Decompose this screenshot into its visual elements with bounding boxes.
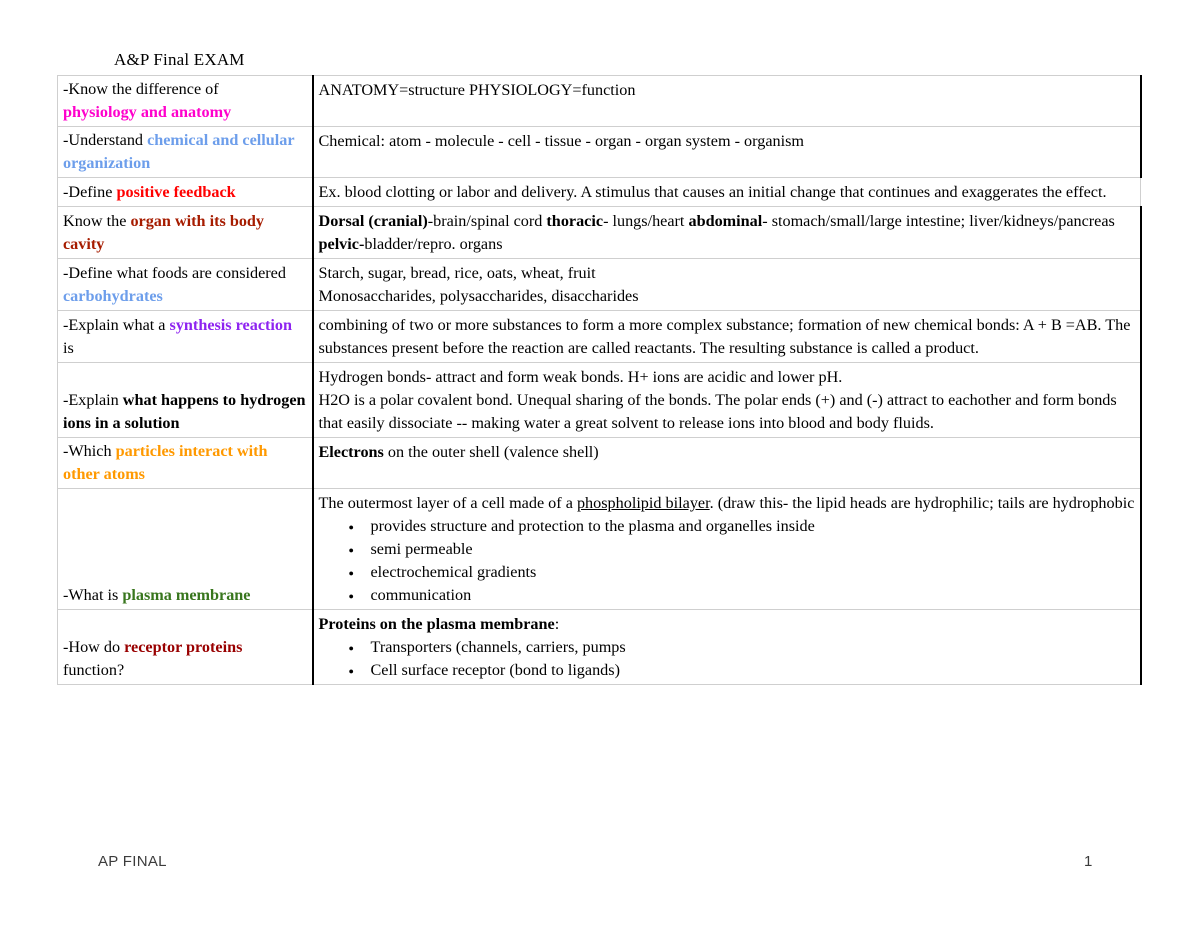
- question-cell-plasma-membrane: -What is plasma membrane: [57, 488, 314, 610]
- answer-text: ANATOMY=structure PHYSIOLOGY=function: [318, 81, 636, 99]
- list-item: Cell surface receptor (bond to ligands): [349, 659, 1135, 683]
- page-number: 1: [1084, 853, 1093, 870]
- answer-cell-carbohydrates: Starch, sugar, bread, rice, oats, wheat,…: [312, 258, 1142, 311]
- answer-text: bladder/repro. organs: [364, 235, 503, 253]
- table-row: -Explain what happens to hydrogen ions i…: [57, 362, 1142, 438]
- question-keyword: positive feedback: [116, 183, 236, 201]
- list-item: communication: [349, 584, 1135, 608]
- answer-term-phospholipid-bilayer: phospholipid bilayer: [576, 494, 710, 512]
- question-cell-hydrogen-ions: -Explain what happens to hydrogen ions i…: [57, 362, 314, 438]
- question-text: function?: [63, 661, 125, 679]
- answer-text: :: [554, 615, 560, 633]
- table-row: -How do receptor proteins function? Prot…: [57, 609, 1142, 685]
- answer-cell-positive-feedback: Ex. blood clotting or labor and delivery…: [312, 177, 1141, 207]
- question-text: -Understand: [63, 131, 148, 149]
- question-cell-carbohydrates: -Define what foods are considered carboh…: [57, 258, 314, 311]
- question-text: -Define what foods are considered: [63, 264, 286, 282]
- answer-term-dorsal: Dorsal (cranial): [318, 212, 428, 230]
- question-text: -Which: [63, 442, 116, 460]
- answer-term-pelvic: pelvic-: [318, 235, 365, 253]
- answer-cell-chemical-cellular-organization: Chemical: atom - molecule - cell - tissu…: [312, 126, 1142, 178]
- answer-cell-plasma-membrane: The outermost layer of a cell made of a …: [312, 488, 1142, 610]
- question-keyword: receptor proteins: [124, 638, 243, 656]
- question-cell-chemical-cellular-organization: -Understand chemical and cellular organi…: [57, 126, 314, 178]
- answer-cell-organ-body-cavity: Dorsal (cranial)-brain/spinal cord thora…: [312, 206, 1142, 259]
- answer-text: on the outer shell (valence shell): [383, 443, 599, 461]
- question-text: Know the: [63, 212, 131, 230]
- question-keyword: physiology and anatomy: [63, 103, 232, 121]
- answer-cell-synthesis-reaction: combining of two or more substances to f…: [312, 310, 1142, 363]
- answer-term-abdominal: abdominal: [688, 212, 763, 230]
- table-row: -Which particles interact with other ato…: [57, 437, 1142, 489]
- answer-bullet-list: Transporters (channels, carriers, pumps …: [319, 636, 1135, 683]
- table-row: -Know the difference of physiology and a…: [57, 75, 1142, 127]
- question-cell-physiology-anatomy: -Know the difference of physiology and a…: [57, 75, 314, 127]
- list-item: provides structure and protection to the…: [349, 515, 1135, 539]
- question-text: -Know the difference of: [63, 80, 219, 98]
- question-cell-particles-interact: -Which particles interact with other ato…: [57, 437, 314, 489]
- answer-cell-receptor-proteins: Proteins on the plasma membrane: Transpo…: [312, 609, 1142, 685]
- answer-text: Chemical: atom - molecule - cell - tissu…: [318, 132, 805, 150]
- question-text: -How do: [63, 638, 125, 656]
- list-item: semi permeable: [349, 538, 1135, 562]
- list-item: electrochemical gradients: [349, 561, 1135, 585]
- table-row: Know the organ with its body cavity Dors…: [57, 206, 1142, 259]
- question-keyword: carbohydrates: [63, 287, 163, 305]
- question-text: -Explain: [63, 391, 123, 409]
- question-text: -Explain what a: [63, 316, 170, 334]
- question-cell-receptor-proteins: -How do receptor proteins function?: [57, 609, 314, 685]
- answer-text: . (draw this- the lipid heads are hydrop…: [709, 494, 1135, 512]
- answer-text: combining of two or more substances to f…: [318, 316, 1131, 357]
- table-row: -Explain what a synthesis reaction is co…: [57, 310, 1142, 363]
- answer-term-thoracic: thoracic: [546, 212, 604, 230]
- answer-text: Hydrogen bonds- attract and form weak bo…: [318, 368, 843, 386]
- answer-cell-hydrogen-ions: Hydrogen bonds- attract and form weak bo…: [312, 362, 1142, 438]
- answer-cell-physiology-anatomy: ANATOMY=structure PHYSIOLOGY=function: [312, 75, 1142, 127]
- answer-term-electrons: Electrons: [318, 443, 384, 461]
- question-cell-positive-feedback: -Define positive feedback: [57, 177, 314, 207]
- table-row: -Define positive feedback Ex. blood clot…: [57, 177, 1141, 207]
- answer-text: - stomach/small/large intestine; liver/k…: [762, 212, 1115, 230]
- answer-text: The outermost layer of a cell made of a: [318, 494, 577, 512]
- list-item: Transporters (channels, carriers, pumps: [349, 636, 1135, 660]
- answer-text: -brain/spinal cord: [427, 212, 547, 230]
- answer-text: - lungs/heart: [603, 212, 689, 230]
- answer-text: Ex. blood clotting or labor and delivery…: [318, 183, 1107, 201]
- answer-cell-particles-interact: Electrons on the outer shell (valence sh…: [312, 437, 1142, 489]
- answer-bullet-list: provides structure and protection to the…: [319, 515, 1135, 608]
- question-text: is: [63, 339, 74, 357]
- question-cell-organ-body-cavity: Know the organ with its body cavity: [57, 206, 314, 259]
- question-cell-synthesis-reaction: -Explain what a synthesis reaction is: [57, 310, 314, 363]
- question-text: -Define: [63, 183, 117, 201]
- table-row: -Understand chemical and cellular organi…: [57, 126, 1142, 178]
- answer-term-proteins: Proteins on the plasma membrane: [318, 615, 555, 633]
- study-guide-table: -Know the difference of physiology and a…: [57, 75, 1142, 685]
- question-keyword: synthesis reaction: [169, 316, 292, 334]
- answer-text: H2O is a polar covalent bond. Unequal sh…: [318, 391, 1117, 432]
- document-page: A&P Final EXAM -Know the difference of p…: [0, 0, 1200, 927]
- answer-text: Monosaccharides, polysaccharides, disacc…: [318, 287, 639, 305]
- page-title: A&P Final EXAM: [114, 50, 245, 69]
- footer-label: AP FINAL: [98, 853, 167, 870]
- answer-text: Starch, sugar, bread, rice, oats, wheat,…: [318, 264, 596, 282]
- table-row: -Define what foods are considered carboh…: [57, 258, 1142, 311]
- question-keyword: plasma membrane: [122, 586, 251, 604]
- table-row: -What is plasma membrane The outermost l…: [57, 488, 1142, 610]
- question-text: -What is: [63, 586, 123, 604]
